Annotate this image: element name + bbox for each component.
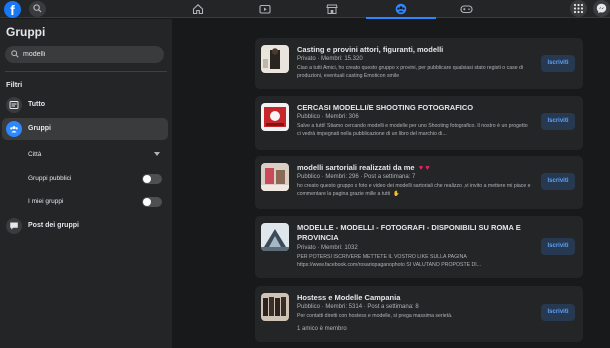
groups-sidebar: Gruppi Filtri Tutto Gruppi Città Gruppi … bbox=[0, 19, 172, 348]
search-icon bbox=[11, 50, 19, 58]
sidebar-item-gruppi[interactable]: Gruppi bbox=[2, 118, 168, 140]
group-result-card[interactable]: MODELLE - MODELLI - FOTOGRAFI - DISPONIB… bbox=[255, 216, 583, 278]
sidebar-item-posts[interactable]: Post dei gruppi bbox=[2, 215, 168, 237]
filter-label: I miei gruppi bbox=[28, 198, 64, 205]
chevron-down-icon bbox=[154, 152, 160, 156]
group-title[interactable]: modelli sartoriali realizzati da me ♥ ♥ bbox=[297, 163, 532, 173]
search-icon bbox=[33, 4, 42, 13]
group-title[interactable]: Hostess e Modelle Campania bbox=[297, 293, 532, 303]
menu-grid-icon bbox=[573, 3, 584, 14]
group-description: Salve a tutti! Stiamo cercando modelli e… bbox=[297, 123, 528, 137]
groups-icon bbox=[395, 3, 407, 15]
group-search-box[interactable] bbox=[5, 46, 164, 63]
group-thumbnail bbox=[261, 45, 289, 73]
clap-emoji-icon: ✋ bbox=[391, 190, 400, 197]
join-button[interactable]: Iscriviti bbox=[541, 238, 575, 255]
public-groups-toggle[interactable] bbox=[142, 174, 162, 184]
group-meta: Pubblico · Membri: 296 · Post a settiman… bbox=[297, 174, 416, 180]
facebook-logo[interactable]: f bbox=[4, 1, 21, 18]
join-button[interactable]: Iscriviti bbox=[541, 304, 575, 321]
group-result-card[interactable]: modelli sartoriali realizzati da me ♥ ♥ … bbox=[255, 156, 583, 209]
filter-citta[interactable]: Città bbox=[28, 148, 162, 162]
sidebar-item-tutto[interactable]: Tutto bbox=[2, 94, 168, 116]
group-title-text: modelli sartoriali realizzati da me bbox=[297, 163, 415, 172]
tab-video[interactable] bbox=[230, 0, 300, 18]
groups-icon-wrap bbox=[6, 121, 22, 137]
messenger-button[interactable] bbox=[593, 0, 610, 17]
group-description-text: ho creato questo gruppo x foto e video d… bbox=[297, 183, 531, 197]
feed-icon-wrap bbox=[6, 97, 22, 113]
sidebar-item-label: Gruppi bbox=[28, 125, 51, 132]
group-thumbnail bbox=[261, 103, 289, 131]
sidebar-item-label: Tutto bbox=[28, 101, 45, 108]
search-input[interactable] bbox=[23, 47, 158, 62]
group-title[interactable]: CERCASI MODELLI/E SHOOTING FOTOGRAFICO bbox=[297, 103, 532, 113]
sidebar-item-label: Post dei gruppi bbox=[28, 222, 79, 229]
group-thumbnail bbox=[261, 163, 289, 191]
group-thumbnail bbox=[261, 293, 289, 321]
tab-marketplace[interactable] bbox=[297, 0, 367, 18]
filter-gruppi-pubblici: Gruppi pubblici bbox=[28, 172, 162, 186]
group-meta: Privato · Membri: 15.320 bbox=[297, 56, 363, 62]
join-button[interactable]: Iscriviti bbox=[541, 113, 575, 130]
group-thumbnail bbox=[261, 223, 289, 251]
gaming-icon bbox=[460, 5, 473, 14]
filters-heading: Filtri bbox=[6, 80, 23, 89]
groups-icon bbox=[10, 126, 18, 133]
feed-icon bbox=[9, 101, 19, 109]
heart-emoji-icons: ♥ ♥ bbox=[416, 163, 430, 172]
messenger-icon bbox=[596, 3, 607, 14]
group-meta: Pubblico · Membri: 306 bbox=[297, 114, 359, 120]
menu-button[interactable] bbox=[570, 0, 587, 17]
filter-miei-gruppi: I miei gruppi bbox=[28, 195, 162, 209]
search-button[interactable] bbox=[29, 1, 46, 17]
tab-groups[interactable] bbox=[366, 0, 436, 19]
group-description: ho creato questo gruppo x foto e video d… bbox=[297, 183, 532, 199]
tab-home[interactable] bbox=[163, 0, 233, 18]
group-result-card[interactable]: CERCASI MODELLI/E SHOOTING FOTOGRAFICO P… bbox=[255, 96, 583, 150]
group-description: PER POTERSI ISCRIVERE METTETE IL VOSTRO … bbox=[297, 254, 482, 268]
group-description: Ciao a tutti Amici, ho creato questo gru… bbox=[297, 65, 524, 79]
join-button[interactable]: Iscriviti bbox=[541, 55, 575, 72]
my-groups-toggle[interactable] bbox=[142, 197, 162, 207]
group-title[interactable]: Casting e provini attori, figuranti, mod… bbox=[297, 45, 532, 55]
video-icon bbox=[259, 4, 271, 14]
join-button[interactable]: Iscriviti bbox=[541, 173, 575, 190]
posts-icon-wrap bbox=[6, 218, 22, 234]
group-result-card[interactable]: Casting e provini attori, figuranti, mod… bbox=[255, 38, 583, 89]
sidebar-divider bbox=[5, 71, 167, 72]
home-icon bbox=[192, 4, 204, 15]
posts-icon bbox=[10, 222, 18, 230]
group-meta: Pubblico · Membri: 5314 · Post a settima… bbox=[297, 304, 419, 310]
tab-gaming[interactable] bbox=[431, 0, 501, 18]
marketplace-icon bbox=[326, 4, 338, 14]
group-description: Per contatti diretti con hostess e model… bbox=[297, 313, 453, 319]
group-title[interactable]: MODELLE - MODELLI - FOTOGRAFI - DISPONIB… bbox=[297, 223, 532, 243]
filter-label: Gruppi pubblici bbox=[28, 175, 72, 182]
sidebar-title: Gruppi bbox=[6, 25, 46, 39]
top-navigation-bar: f bbox=[0, 0, 610, 19]
group-result-card[interactable]: Hostess e Modelle Campania Pubblico · Me… bbox=[255, 286, 583, 342]
group-meta: Privato · Membri: 1032 bbox=[297, 245, 358, 251]
friends-member-note: 1 amico è membro bbox=[297, 326, 347, 332]
filter-label: Città bbox=[28, 151, 42, 158]
